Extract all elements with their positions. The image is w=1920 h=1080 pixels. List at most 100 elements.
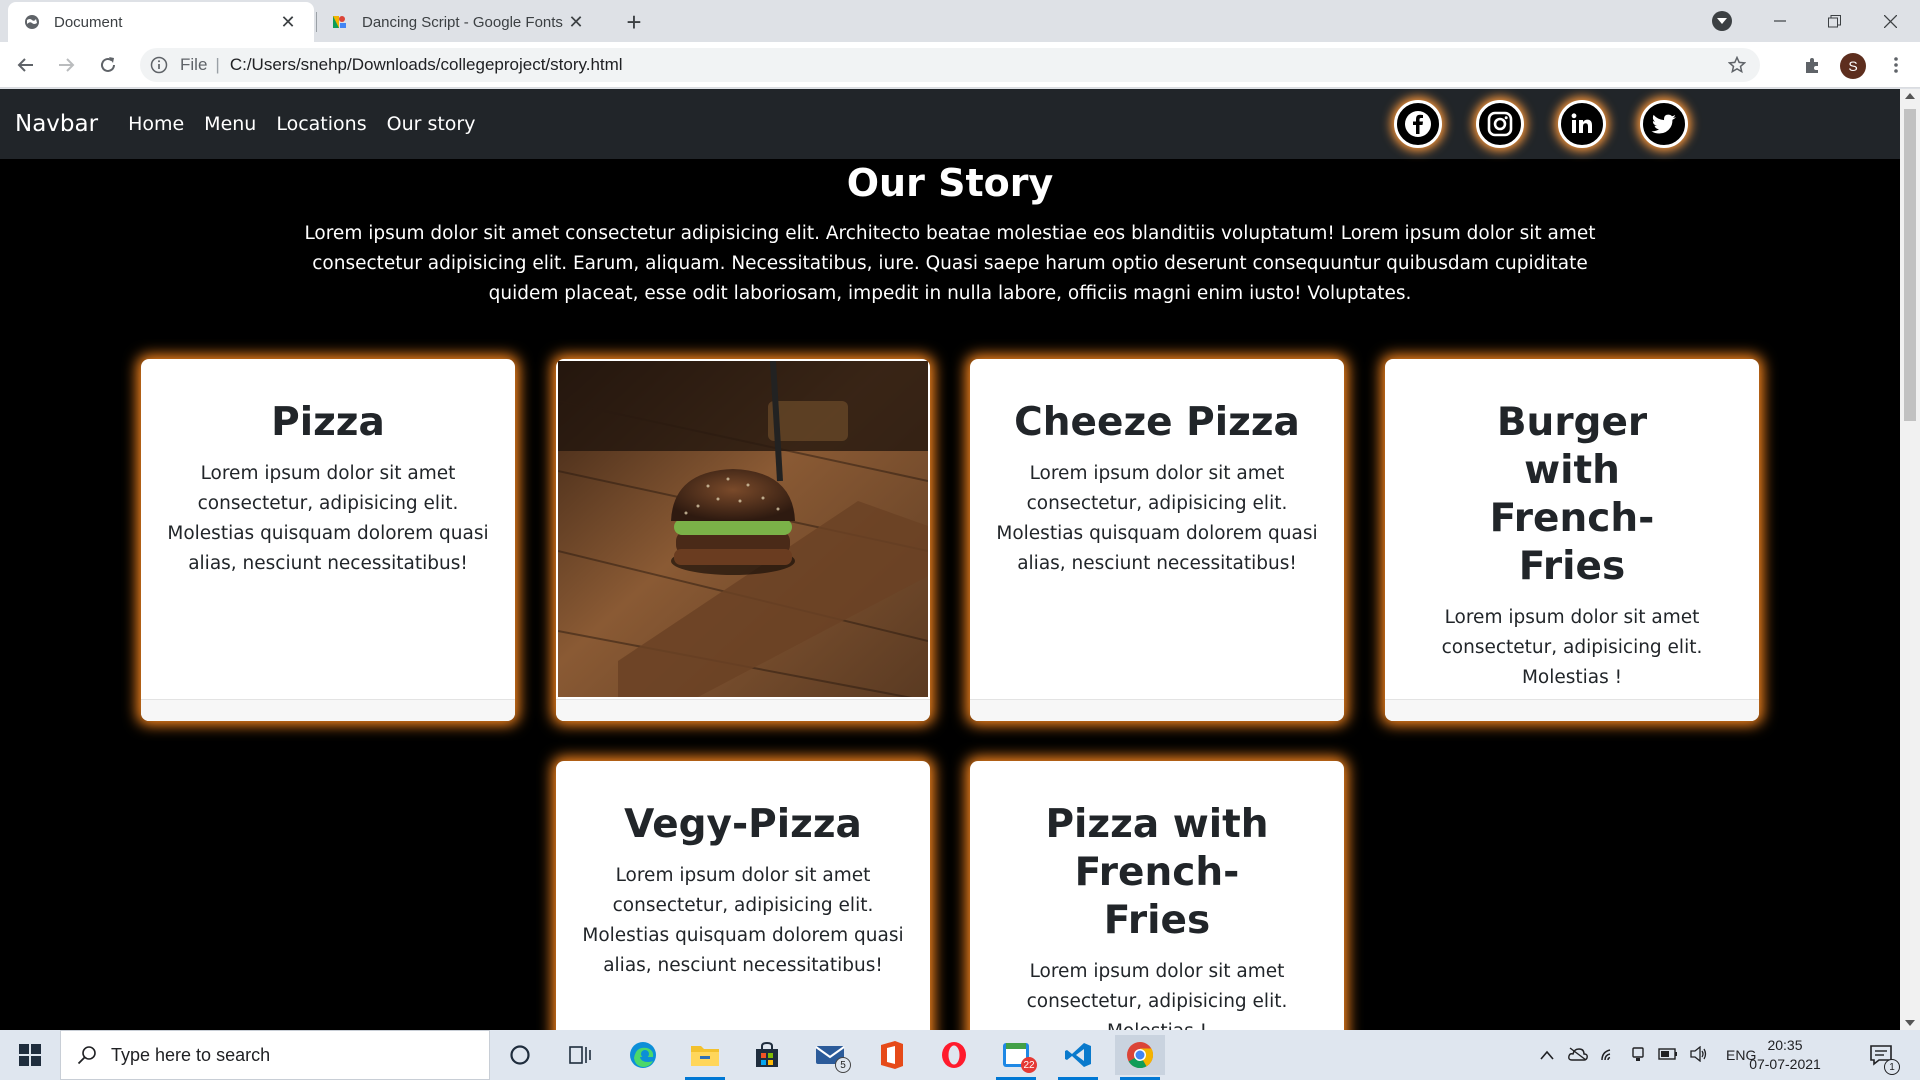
scroll-down-icon[interactable]	[1905, 1020, 1915, 1026]
address-separator: |	[215, 55, 220, 74]
card-body: Vegy-Pizza Lorem ipsum dolor sit amet co…	[556, 761, 930, 981]
instagram-icon[interactable]	[1476, 100, 1524, 148]
story-text: Lorem ipsum dolor sit amet consectetur a…	[304, 223, 1596, 304]
nav-link-our-story[interactable]: Our story	[387, 113, 476, 135]
tab-google-fonts[interactable]: Dancing Script - Google Fonts ✕	[316, 2, 602, 42]
office-icon[interactable]	[867, 1035, 917, 1075]
globe-icon	[25, 15, 39, 29]
vscode-icon[interactable]	[1053, 1035, 1103, 1080]
card-text: Lorem ipsum dolor sit amet consectetur, …	[1441, 607, 1703, 688]
page-scrollbar[interactable]	[1900, 89, 1920, 1030]
notification-center-icon[interactable]: 1	[1856, 1035, 1906, 1075]
scroll-up-icon[interactable]	[1905, 93, 1915, 99]
back-icon[interactable]	[12, 51, 40, 79]
card-text: Lorem ipsum dolor sit amet consectetur, …	[167, 463, 489, 574]
menu-card-burger-fries[interactable]: Burger with French-Fries Lorem ipsum dol…	[1385, 359, 1759, 721]
notification-count: 1	[1884, 1059, 1900, 1075]
card-text: Lorem ipsum dolor sit amet consectetur, …	[1026, 961, 1288, 1030]
new-tab-icon[interactable]: +	[620, 7, 648, 37]
task-view-icon[interactable]	[555, 1035, 605, 1075]
tab-title: Dancing Script - Google Fonts	[362, 13, 563, 31]
address-bar[interactable]: File | C:/Users/snehp/Downloads/collegep…	[140, 48, 1760, 82]
card-footer	[970, 699, 1344, 721]
chrome-icon[interactable]	[1115, 1035, 1165, 1080]
menu-card-vegy-pizza[interactable]: Vegy-Pizza Lorem ipsum dolor sit amet co…	[556, 761, 930, 1030]
minimize-icon[interactable]	[1752, 0, 1808, 42]
windows-start-icon[interactable]	[10, 1040, 50, 1070]
search-icon	[77, 1046, 96, 1065]
restore-icon[interactable]	[1806, 0, 1862, 42]
story-title: Our Story	[846, 161, 1054, 205]
file-explorer-icon[interactable]	[680, 1035, 730, 1080]
browser-tab-strip: Document ✕ Dancing Script - Google Fonts…	[0, 0, 1920, 42]
card-text: Lorem ipsum dolor sit amet consectetur, …	[996, 463, 1318, 574]
store-icon[interactable]	[742, 1035, 792, 1075]
search-placeholder: Type here to search	[111, 1044, 271, 1065]
clock-time: 20:35	[1767, 1037, 1803, 1053]
taskbar-search-input[interactable]: Type here to search	[60, 1030, 490, 1080]
browser-toolbar: File | C:/Users/snehp/Downloads/collegep…	[0, 42, 1920, 88]
card-text: Lorem ipsum dolor sit amet consectetur, …	[582, 865, 904, 976]
calendar-app-icon[interactable]: 22	[991, 1035, 1041, 1080]
taskbar-clock[interactable]: 20:35 07-07-2021	[1740, 1036, 1830, 1074]
forward-icon[interactable]	[52, 51, 80, 79]
linkedin-icon[interactable]	[1558, 100, 1606, 148]
card-title: Cheeze Pizza	[1014, 400, 1300, 445]
clock-date: 07-07-2021	[1749, 1056, 1821, 1072]
facebook-icon[interactable]	[1394, 100, 1442, 148]
menu-card-burger-photo[interactable]	[556, 359, 930, 721]
opera-icon[interactable]	[929, 1035, 979, 1075]
menu-card-pizza[interactable]: Pizza Lorem ipsum dolor sit amet consect…	[141, 359, 515, 721]
scrollbar-thumb[interactable]	[1904, 109, 1916, 421]
card-body: Pizza with French-Fries Lorem ipsum dolo…	[970, 761, 1344, 1030]
profile-avatar[interactable]: S	[1840, 53, 1866, 79]
nav-link-home[interactable]: Home	[128, 113, 184, 135]
nav-link-menu[interactable]: Menu	[204, 113, 256, 135]
site-navbar: Navbar Home Menu Locations Our story	[0, 89, 1900, 159]
bookmark-star-icon[interactable]	[1728, 56, 1746, 74]
close-tab-icon[interactable]: ✕	[566, 12, 586, 32]
meet-now-icon[interactable]	[1630, 1046, 1646, 1065]
info-icon	[150, 56, 168, 74]
twitter-icon[interactable]	[1640, 100, 1688, 148]
battery-icon[interactable]	[1658, 1047, 1678, 1063]
edge-icon[interactable]	[618, 1035, 668, 1075]
close-tab-icon[interactable]: ✕	[278, 12, 298, 32]
windows-taskbar: Type here to search 5 22 ENG 20:35 07-07…	[0, 1030, 1920, 1080]
onedrive-icon[interactable]	[1568, 1046, 1588, 1064]
navbar-brand[interactable]: Navbar	[15, 111, 98, 137]
card-title: Pizza with French-Fries	[1045, 802, 1269, 943]
cortana-icon[interactable]	[495, 1035, 545, 1075]
scheme-label: File	[180, 55, 208, 74]
google-fonts-icon	[333, 16, 346, 28]
close-window-icon[interactable]	[1862, 0, 1918, 42]
mail-icon[interactable]: 5	[805, 1035, 855, 1075]
card-footer	[1385, 699, 1759, 721]
menu-card-cheeze-pizza[interactable]: Cheeze Pizza Lorem ipsum dolor sit amet …	[970, 359, 1344, 721]
card-title: Pizza	[271, 400, 385, 445]
mail-badge: 5	[835, 1057, 851, 1073]
card-body: Pizza Lorem ipsum dolor sit amet consect…	[141, 359, 515, 579]
card-body: Cheeze Pizza Lorem ipsum dolor sit amet …	[970, 359, 1344, 579]
reload-icon[interactable]	[94, 51, 122, 79]
extensions-icon[interactable]	[1798, 51, 1826, 79]
tab-title: Document	[54, 13, 123, 31]
nav-link-locations[interactable]: Locations	[276, 113, 366, 135]
volume-icon[interactable]	[1690, 1045, 1708, 1065]
tab-search-icon[interactable]	[1712, 11, 1732, 31]
calendar-badge: 22	[1021, 1057, 1037, 1073]
card-footer	[141, 699, 515, 721]
url-text: C:/Users/snehp/Downloads/collegeproject/…	[229, 55, 623, 74]
card-body: Burger with French-Fries Lorem ipsum dol…	[1385, 359, 1759, 693]
card-title: Burger with French-Fries	[1489, 400, 1655, 589]
burger-photo	[558, 361, 928, 697]
card-title: Vegy-Pizza	[624, 802, 862, 847]
menu-kebab-icon[interactable]	[1882, 51, 1910, 79]
wifi-icon[interactable]	[1600, 1046, 1618, 1065]
page-viewport: Navbar Home Menu Locations Our story Our…	[0, 89, 1900, 1030]
system-tray: ENG	[1540, 1030, 1756, 1080]
tab-document[interactable]: Document ✕	[8, 2, 314, 42]
show-hidden-icons-icon[interactable]	[1540, 1047, 1554, 1063]
menu-card-pizza-fries[interactable]: Pizza with French-Fries Lorem ipsum dolo…	[970, 761, 1344, 1030]
card-footer	[556, 699, 930, 721]
